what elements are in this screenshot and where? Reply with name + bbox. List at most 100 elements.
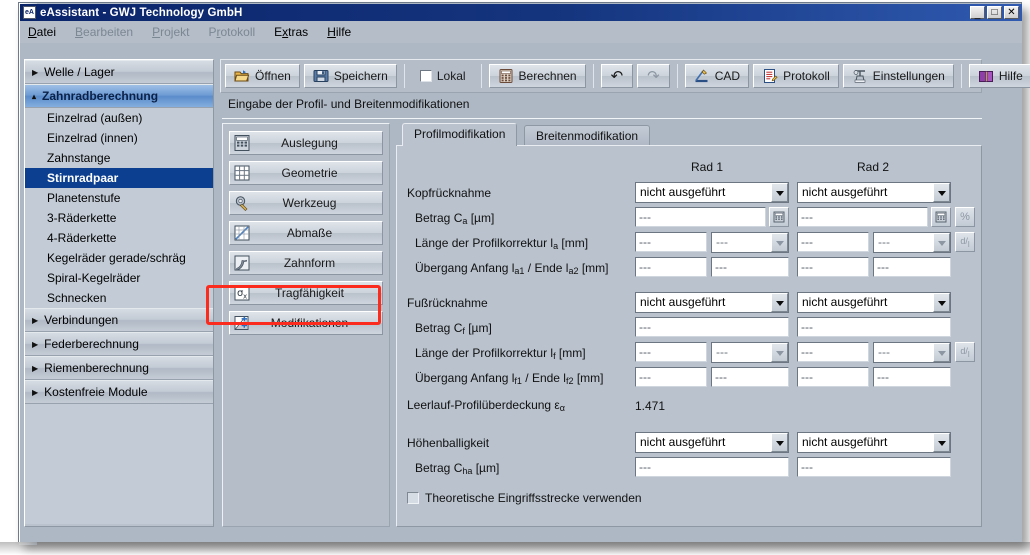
- chevron-down-icon[interactable]: [771, 343, 788, 362]
- input-betrag-ca-rad1[interactable]: ---: [635, 207, 766, 227]
- chevron-down-icon[interactable]: [933, 183, 950, 202]
- input-uebergang-lf2-rad1[interactable]: ---: [711, 367, 789, 387]
- input-betrag-ca-rad2[interactable]: ---: [797, 207, 928, 227]
- open-button-label: Öffnen: [255, 69, 291, 83]
- chevron-down-icon[interactable]: [771, 433, 788, 452]
- cad-drafting-icon: [694, 68, 710, 84]
- open-button[interactable]: Öffnen: [225, 64, 300, 88]
- input-uebergang-lf1-rad1[interactable]: ---: [635, 367, 707, 387]
- combo-hoehenballigkeit-rad2[interactable]: nicht ausgeführt: [797, 432, 951, 453]
- sidebar-item-3-raederkette[interactable]: 3-Räderkette: [25, 208, 213, 228]
- chevron-down-icon[interactable]: [933, 233, 950, 252]
- combo-value: ---: [874, 343, 933, 362]
- sidebar-group-kostenfreie-module[interactable]: ▶ Kostenfreie Module: [25, 380, 213, 404]
- sidebar-item-spiral-kegelraeder[interactable]: Spiral-Kegelräder: [25, 268, 213, 288]
- menu-hilfe[interactable]: Hilfe: [327, 25, 351, 39]
- module-button-tragfaehigkeit[interactable]: σ x Tragfähigkeit: [229, 281, 383, 305]
- chevron-down-icon[interactable]: [933, 343, 950, 362]
- sidebar-group-welle-lager[interactable]: ▶ Welle / Lager: [25, 60, 213, 84]
- sidebar-item-schnecken[interactable]: Schnecken: [25, 288, 213, 308]
- sidebar-navigation: ▶ Welle / Lager ▴ Zahnradberechnung Einz…: [24, 59, 214, 527]
- maximize-button[interactable]: □: [987, 6, 1002, 19]
- input-uebergang-la1-rad1[interactable]: ---: [635, 257, 707, 277]
- combo-laenge-la-rad1[interactable]: ---: [711, 232, 789, 253]
- close-button[interactable]: ✕: [1004, 6, 1019, 19]
- module-button-abmasse[interactable]: Abmaße: [229, 221, 383, 245]
- combo-kopfruecknahme-rad2[interactable]: nicht ausgeführt: [797, 182, 951, 203]
- maximize-icon: □: [988, 7, 1001, 18]
- sidebar-item-einzelrad-aussen[interactable]: Einzelrad (außen): [25, 108, 213, 128]
- column-header-rad2: Rad 2: [795, 160, 951, 174]
- input-betrag-cf-rad2[interactable]: ---: [797, 317, 951, 337]
- sidebar-group-verbindungen[interactable]: ▶ Verbindungen: [25, 308, 213, 332]
- sidebar-group-riemenberechnung[interactable]: ▶ Riemenberechnung: [25, 356, 213, 380]
- sidebar-item-stirnradpaar[interactable]: Stirnradpaar: [25, 168, 213, 188]
- input-laenge-lf-rad1[interactable]: ---: [635, 342, 707, 362]
- combo-fussruecknahme-rad2[interactable]: nicht ausgeführt: [797, 292, 951, 313]
- input-uebergang-la1-rad2[interactable]: ---: [797, 257, 869, 277]
- minimize-button[interactable]: _: [970, 6, 985, 19]
- settings-button[interactable]: Einstellungen: [843, 64, 954, 88]
- sidebar-item-einzelrad-innen[interactable]: Einzelrad (innen): [25, 128, 213, 148]
- sidebar-group-federberechnung[interactable]: ▶ Federberechnung: [25, 332, 213, 356]
- input-laenge-la-rad1[interactable]: ---: [635, 232, 707, 252]
- input-betrag-cf-rad1[interactable]: ---: [635, 317, 789, 337]
- menu-projekt[interactable]: Projekt: [152, 25, 189, 39]
- save-button[interactable]: Speichern: [304, 64, 397, 88]
- chevron-down-icon[interactable]: [933, 433, 950, 452]
- input-uebergang-la2-rad1[interactable]: ---: [711, 257, 789, 277]
- chevron-down-icon[interactable]: [771, 183, 788, 202]
- calculator-icon: [773, 211, 785, 223]
- input-uebergang-lf1-rad2[interactable]: ---: [797, 367, 869, 387]
- sidebar-group-label: Verbindungen: [44, 313, 118, 327]
- redo-button[interactable]: ↷: [637, 64, 670, 88]
- combo-hoehenballigkeit-rad1[interactable]: nicht ausgeführt: [635, 432, 789, 453]
- sidebar-item-kegelraeder[interactable]: Kegelräder gerade/schräg: [25, 248, 213, 268]
- menu-extras[interactable]: Extras: [274, 25, 308, 39]
- calculator-icon-button-ca-rad2[interactable]: [931, 207, 951, 227]
- label-betrag-cf: Betrag Cf [µm]: [415, 321, 492, 336]
- module-button-zahnform[interactable]: Zahnform: [229, 251, 383, 275]
- undo-button[interactable]: ↶: [601, 64, 634, 88]
- d-over-l-button-lf[interactable]: d/l: [955, 342, 975, 362]
- input-uebergang-lf2-rad2[interactable]: ---: [873, 367, 951, 387]
- combo-laenge-la-rad2[interactable]: ---: [873, 232, 951, 253]
- checkbox-theoretische-eingriffsstrecke[interactable]: Theoretische Eingriffsstrecke verwenden: [407, 491, 642, 505]
- menu-protokoll[interactable]: Protokoll: [208, 25, 255, 39]
- module-button-werkzeug[interactable]: Werkzeug: [229, 191, 383, 215]
- chevron-down-icon[interactable]: [771, 293, 788, 312]
- combo-fussruecknahme-rad1[interactable]: nicht ausgeführt: [635, 292, 789, 313]
- tab-profilmodifikation[interactable]: Profilmodifikation: [402, 123, 517, 146]
- calculator-icon-button-ca-rad1[interactable]: [769, 207, 789, 227]
- module-button-auslegung[interactable]: Auslegung: [229, 131, 383, 155]
- module-button-geometrie[interactable]: Geometrie: [229, 161, 383, 185]
- combo-kopfruecknahme-rad1[interactable]: nicht ausgeführt: [635, 182, 789, 203]
- module-button-modifikationen[interactable]: Modifikationen: [229, 311, 383, 335]
- combo-laenge-lf-rad1[interactable]: ---: [711, 342, 789, 363]
- floppy-disk-icon: [313, 68, 329, 84]
- input-betrag-cha-rad2[interactable]: ---: [797, 457, 951, 477]
- cad-button[interactable]: CAD: [685, 64, 749, 88]
- input-laenge-lf-rad2[interactable]: ---: [797, 342, 869, 362]
- protocol-button[interactable]: Protokoll: [753, 64, 839, 88]
- calculate-button[interactable]: Berechnen: [489, 64, 586, 88]
- percent-button-ca[interactable]: %: [955, 207, 975, 227]
- chevron-down-icon[interactable]: [771, 233, 788, 252]
- d-over-l-button-la[interactable]: d/l: [955, 232, 975, 252]
- sidebar-group-zahnradberechnung[interactable]: ▴ Zahnradberechnung: [25, 84, 213, 108]
- input-uebergang-la2-rad2[interactable]: ---: [873, 257, 951, 277]
- input-betrag-cha-rad1[interactable]: ---: [635, 457, 789, 477]
- menu-bearbeiten[interactable]: Bearbeiten: [75, 25, 133, 39]
- sidebar-item-4-raederkette[interactable]: 4-Räderkette: [25, 228, 213, 248]
- help-button[interactable]: Hilfe: [969, 64, 1030, 88]
- input-laenge-la-rad2[interactable]: ---: [797, 232, 869, 252]
- chevron-down-icon[interactable]: [933, 293, 950, 312]
- combo-laenge-lf-rad2[interactable]: ---: [873, 342, 951, 363]
- sidebar-item-zahnstange[interactable]: Zahnstange: [25, 148, 213, 168]
- sidebar-item-planetenstufe[interactable]: Planetenstufe: [25, 188, 213, 208]
- label-subscript: α: [560, 403, 565, 413]
- combo-value: nicht ausgeführt: [798, 293, 933, 312]
- local-checkbox[interactable]: Lokal: [412, 64, 474, 88]
- tab-breitenmodifikation[interactable]: Breitenmodifikation: [524, 125, 650, 145]
- menu-datei[interactable]: DDateiatei: [28, 25, 56, 39]
